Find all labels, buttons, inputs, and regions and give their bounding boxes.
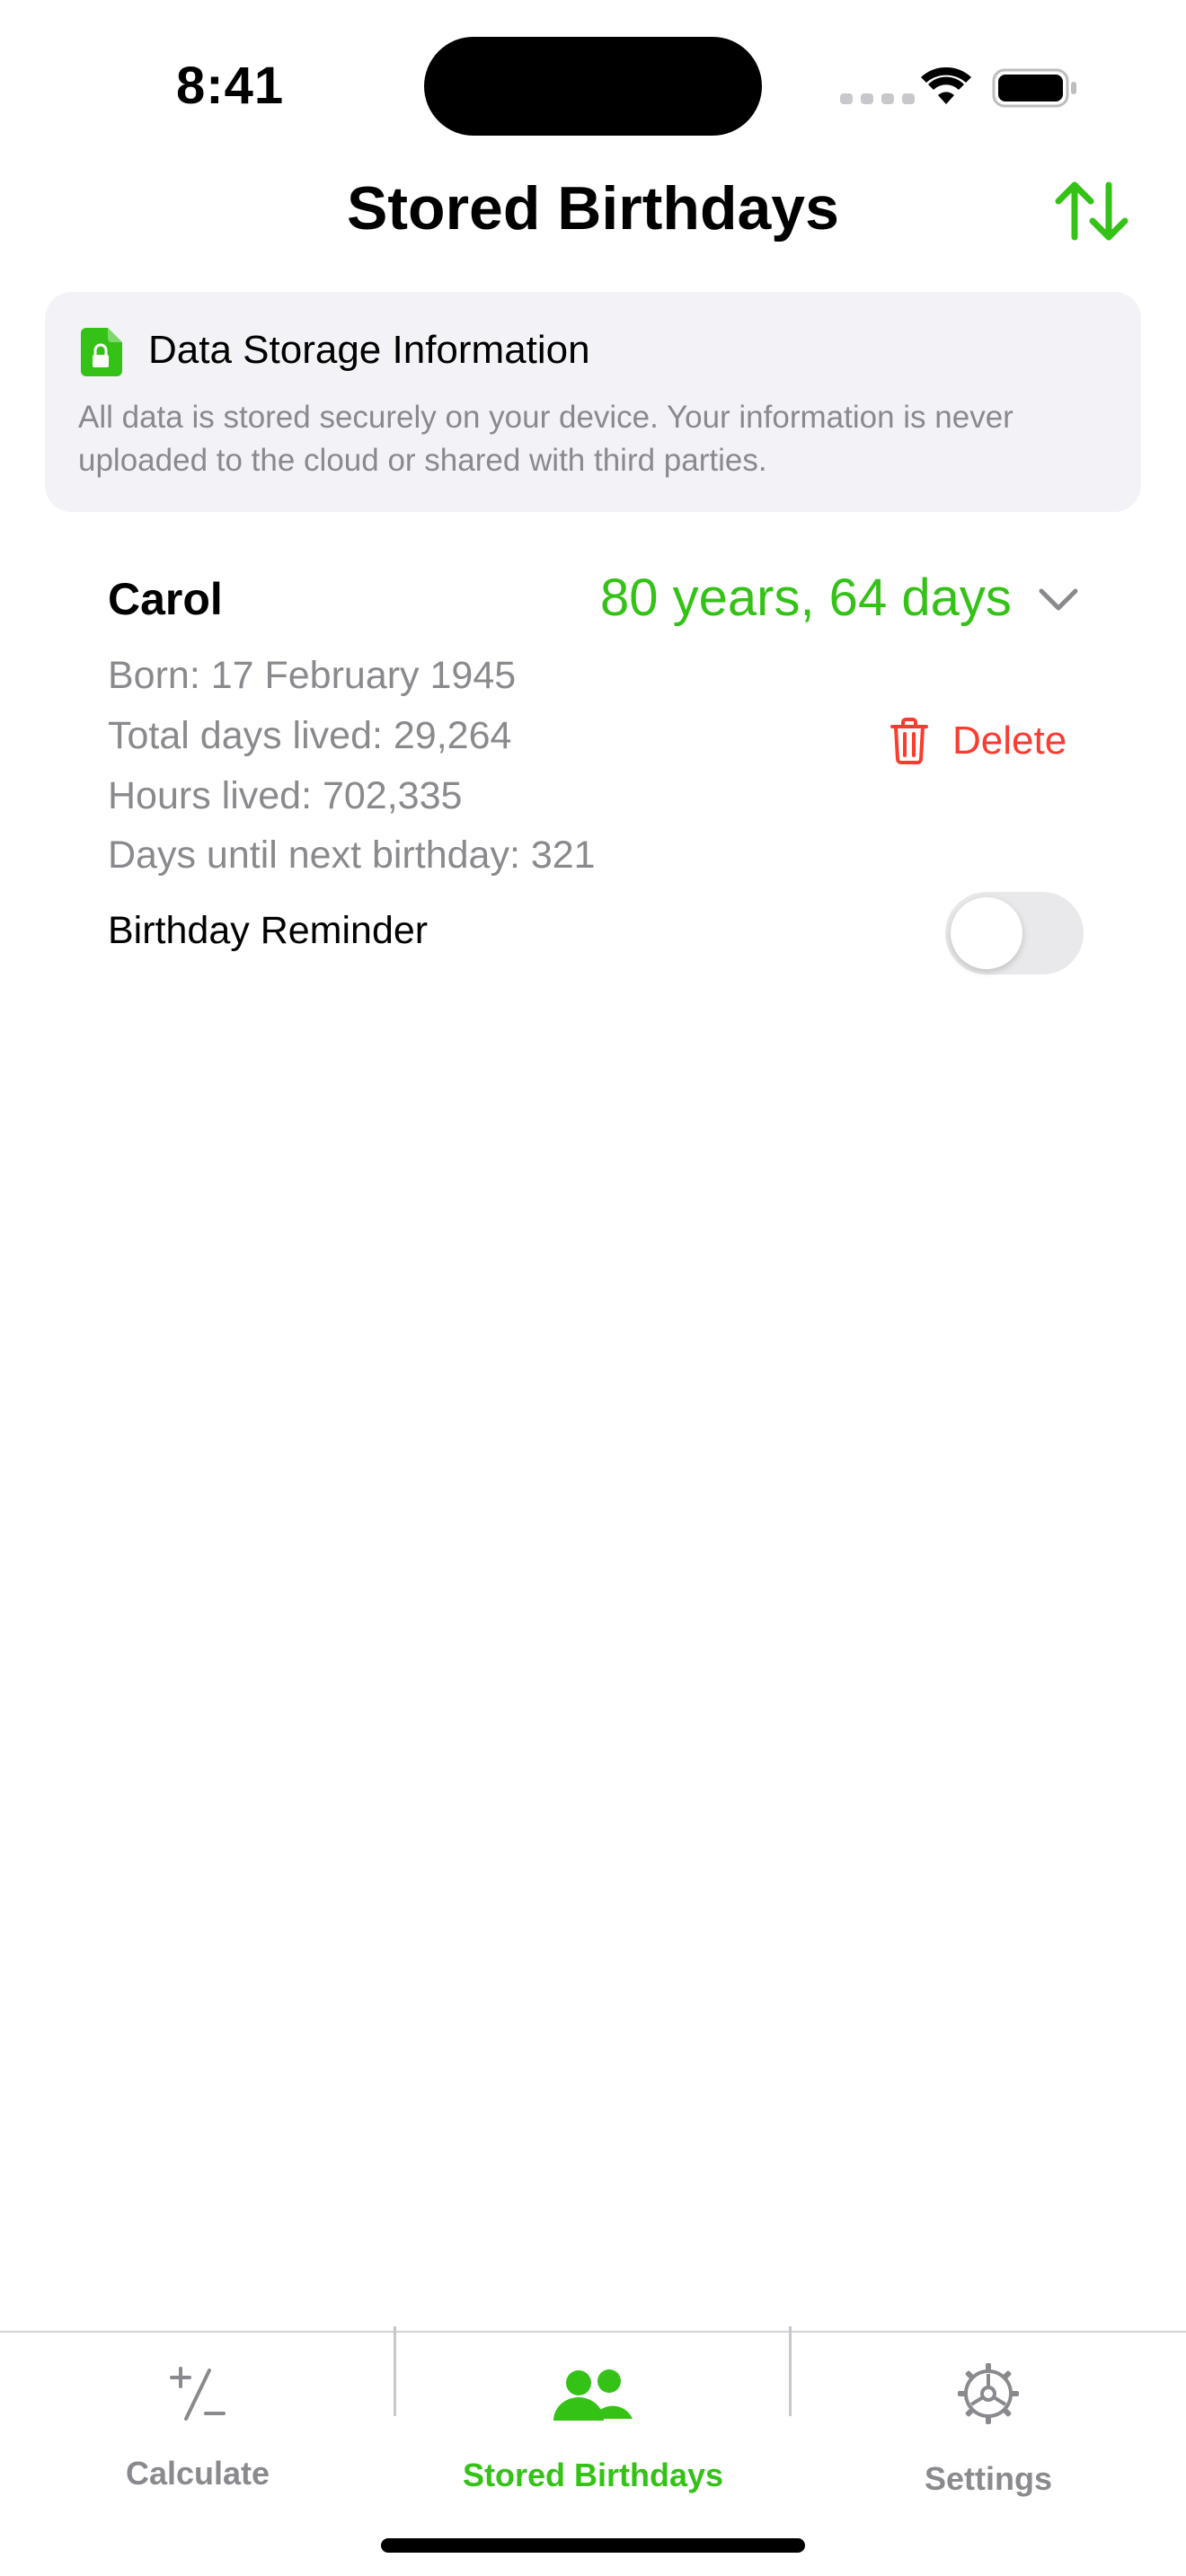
cellular-signal-icon	[840, 93, 915, 104]
born-date: Born: 17 February 1945	[108, 654, 517, 697]
arrow-up-down-icon	[1055, 181, 1128, 241]
tab-label: Settings	[924, 2460, 1052, 2497]
info-card-title: Data Storage Information	[148, 328, 590, 372]
sort-button[interactable]	[1053, 178, 1130, 244]
status-time: 8:41	[176, 57, 285, 115]
tab-calculate[interactable]: Calculate	[0, 2333, 395, 2512]
toggle-knob	[951, 897, 1022, 969]
people-icon	[553, 2369, 633, 2421]
tab-stored-birthdays[interactable]: Stored Birthdays	[395, 2333, 791, 2512]
home-indicator[interactable]	[381, 2538, 805, 2553]
tab-divider	[394, 2326, 396, 2416]
days-until-birthday: Days until next birthday: 321	[108, 834, 596, 877]
data-storage-info-card: Data Storage Information All data is sto…	[45, 292, 1141, 512]
birthday-reminder-label: Birthday Reminder	[108, 909, 429, 952]
tab-settings[interactable]: Settings	[791, 2333, 1186, 2512]
lock-document-icon	[81, 328, 122, 376]
tab-divider	[789, 2326, 792, 2416]
battery-icon	[992, 68, 1076, 108]
delete-button[interactable]: Delete	[890, 710, 1067, 772]
chevron-down-icon[interactable]	[1038, 586, 1079, 613]
total-days-lived: Total days lived: 29,264	[108, 714, 512, 757]
delete-label: Delete	[952, 719, 1067, 763]
trash-icon	[890, 718, 928, 764]
birthday-reminder-toggle[interactable]	[945, 892, 1084, 975]
entry-name: Carol	[108, 574, 223, 624]
dynamic-island	[424, 37, 762, 136]
wifi-icon	[921, 66, 971, 104]
page-title: Stored Birthdays	[347, 174, 839, 243]
plus-minus-icon	[170, 2367, 226, 2421]
info-card-body: All data is stored securely on your devi…	[78, 400, 1013, 478]
entry-age[interactable]: 80 years, 64 days	[600, 568, 1012, 628]
hours-lived: Hours lived: 702,335	[108, 774, 463, 817]
tab-label: Stored Birthdays	[462, 2457, 724, 2493]
tab-label: Calculate	[125, 2455, 270, 2492]
gear-icon	[958, 2363, 1019, 2424]
stored-birthdays-screen: 8:41 Stored Birthdays Data Storage Infor…	[0, 0, 1186, 2576]
